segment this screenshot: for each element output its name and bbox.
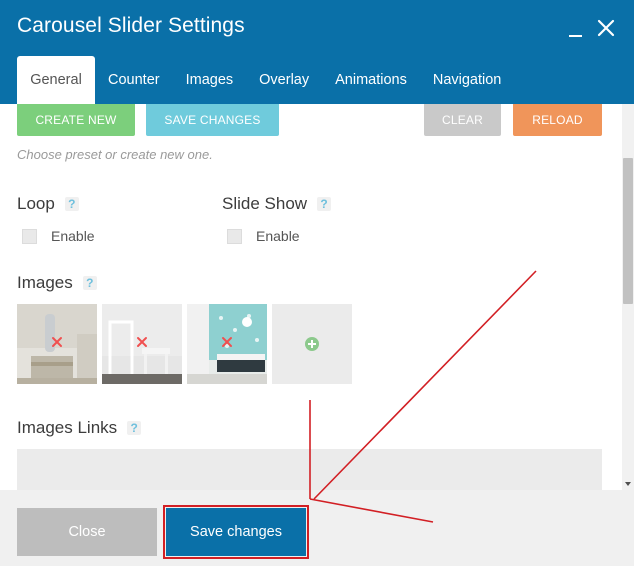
clear-button[interactable]: Clear (424, 104, 501, 136)
close-button[interactable]: Close (17, 508, 157, 556)
tab-animations[interactable]: Animations (322, 56, 420, 104)
scroll-down-icon[interactable] (625, 482, 631, 486)
vertical-scrollbar[interactable] (622, 104, 634, 490)
tab-navigation[interactable]: Navigation (420, 56, 515, 104)
slideshow-enable-label: Enable (256, 228, 300, 244)
loop-enable-checkbox[interactable] (22, 228, 37, 244)
preset-hint: Choose preset or create new one. (17, 147, 213, 162)
tab-counter[interactable]: Counter (95, 56, 173, 104)
loop-enable-row[interactable]: Enable (22, 228, 95, 244)
images-label: Images ? (17, 273, 97, 293)
images-help-icon[interactable]: ? (82, 276, 97, 290)
remove-image-icon (52, 337, 62, 347)
images-links-field[interactable] (17, 449, 602, 490)
images-links-label: Images Links ? (17, 418, 142, 438)
remove-image-icon (222, 337, 232, 347)
loop-help-icon[interactable]: ? (64, 197, 79, 211)
slideshow-label-text: Slide Show (222, 194, 308, 213)
images-label-text: Images (17, 273, 73, 292)
scrollbar-thumb[interactable] (623, 158, 633, 304)
images-links-label-text: Images Links (17, 418, 118, 437)
image-thumbnail[interactable] (102, 304, 182, 384)
tab-overlay[interactable]: Overlay (246, 56, 322, 104)
reload-button[interactable]: Reload (513, 104, 602, 136)
image-thumbnail[interactable] (187, 304, 267, 384)
slideshow-enable-row[interactable]: Enable (227, 228, 300, 244)
loop-label-text: Loop (17, 194, 55, 213)
close-icon[interactable] (594, 16, 618, 40)
settings-panel: Create New Save Changes Clear Reload Cho… (0, 104, 622, 490)
images-links-help-icon[interactable]: ? (127, 421, 142, 435)
slideshow-label: Slide Show ? (222, 194, 332, 214)
slideshow-help-icon[interactable]: ? (317, 197, 332, 211)
loop-label: Loop ? (17, 194, 79, 214)
slideshow-enable-checkbox[interactable] (227, 228, 242, 244)
image-thumbnail[interactable] (17, 304, 97, 384)
remove-image-icon (137, 337, 147, 347)
tab-bar: General Counter Images Overlay Animation… (17, 56, 514, 104)
save-preset-button[interactable]: Save Changes (146, 104, 279, 136)
tab-general[interactable]: General (17, 56, 95, 104)
create-new-button[interactable]: Create New (17, 104, 135, 136)
add-image-button[interactable] (272, 304, 352, 384)
dialog-title: Carousel Slider Settings (17, 14, 245, 37)
tab-images[interactable]: Images (173, 56, 247, 104)
dialog-header: Carousel Slider Settings General Counter… (0, 0, 634, 104)
minimize-icon[interactable] (564, 16, 588, 40)
save-changes-button[interactable]: Save changes (163, 505, 309, 559)
loop-enable-label: Enable (51, 228, 95, 244)
dialog-footer: Close Save changes (0, 490, 634, 566)
add-icon (305, 337, 319, 351)
